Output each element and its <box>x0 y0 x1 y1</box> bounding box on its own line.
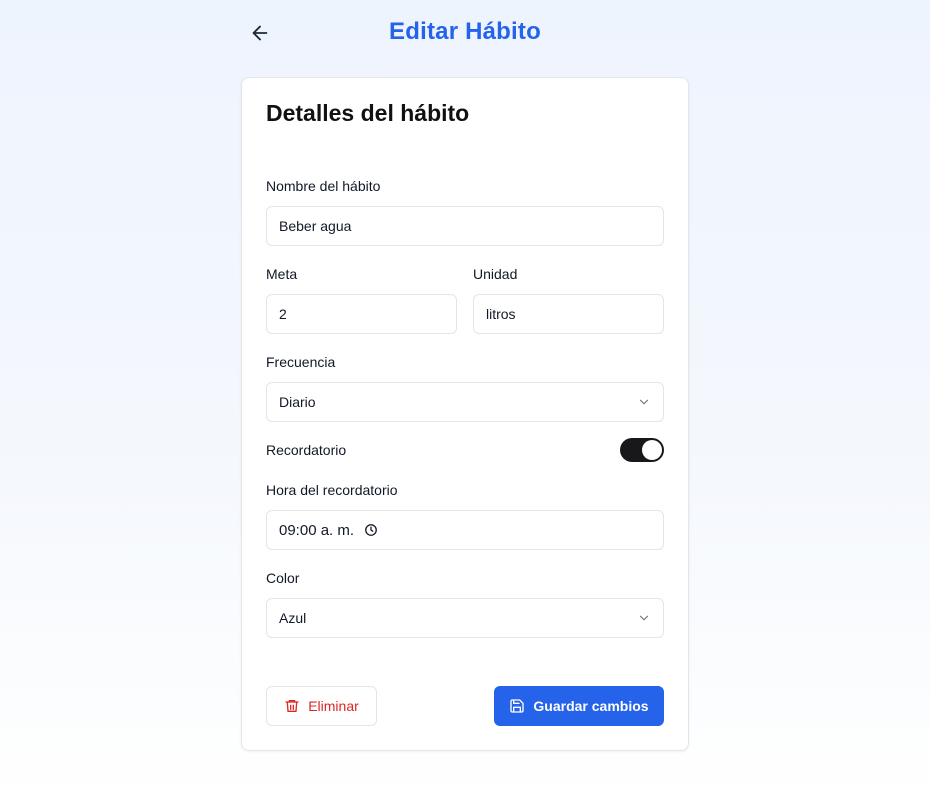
frequency-select[interactable]: Diario <box>266 382 664 422</box>
delete-button-label: Eliminar <box>308 698 359 714</box>
unit-input-value: litros <box>486 306 516 322</box>
unit-input[interactable]: litros <box>473 294 664 334</box>
card-title: Detalles del hábito <box>266 100 470 126</box>
page-title: Editar Hábito <box>389 18 541 45</box>
name-input[interactable]: Beber agua <box>266 206 664 246</box>
color-label: Color <box>266 570 300 586</box>
save-button[interactable]: Guardar cambios <box>494 686 664 726</box>
name-input-value: Beber agua <box>279 218 352 234</box>
goal-label: Meta <box>266 266 298 282</box>
color-select-value: Azul <box>279 610 307 626</box>
page-header: Editar Hábito <box>241 12 689 54</box>
goal-input[interactable]: 2 <box>266 294 457 334</box>
frequency-label: Frecuencia <box>266 354 336 370</box>
toggle-knob <box>642 440 662 460</box>
reminder-time-input[interactable]: 09:00 a. m. <box>266 510 664 550</box>
delete-button[interactable]: Eliminar <box>266 686 377 726</box>
save-icon <box>509 698 525 714</box>
chevron-down-icon <box>637 395 651 409</box>
reminder-label: Recordatorio <box>266 442 347 458</box>
reminder-time-label: Hora del recordatorio <box>266 482 398 498</box>
color-select[interactable]: Azul <box>266 598 664 638</box>
save-button-label: Guardar cambios <box>533 698 649 714</box>
habit-details-card: Detalles del hábito Nombre del hábito Be… <box>241 77 689 751</box>
trash-icon <box>284 698 300 714</box>
unit-label: Unidad <box>473 266 518 282</box>
goal-input-value: 2 <box>279 306 287 322</box>
clock-icon[interactable] <box>364 523 378 537</box>
reminder-toggle[interactable] <box>620 438 664 462</box>
chevron-down-icon <box>637 611 651 625</box>
name-label: Nombre del hábito <box>266 178 381 194</box>
frequency-select-value: Diario <box>279 394 316 410</box>
reminder-time-value: 09:00 a. m. <box>279 521 355 539</box>
